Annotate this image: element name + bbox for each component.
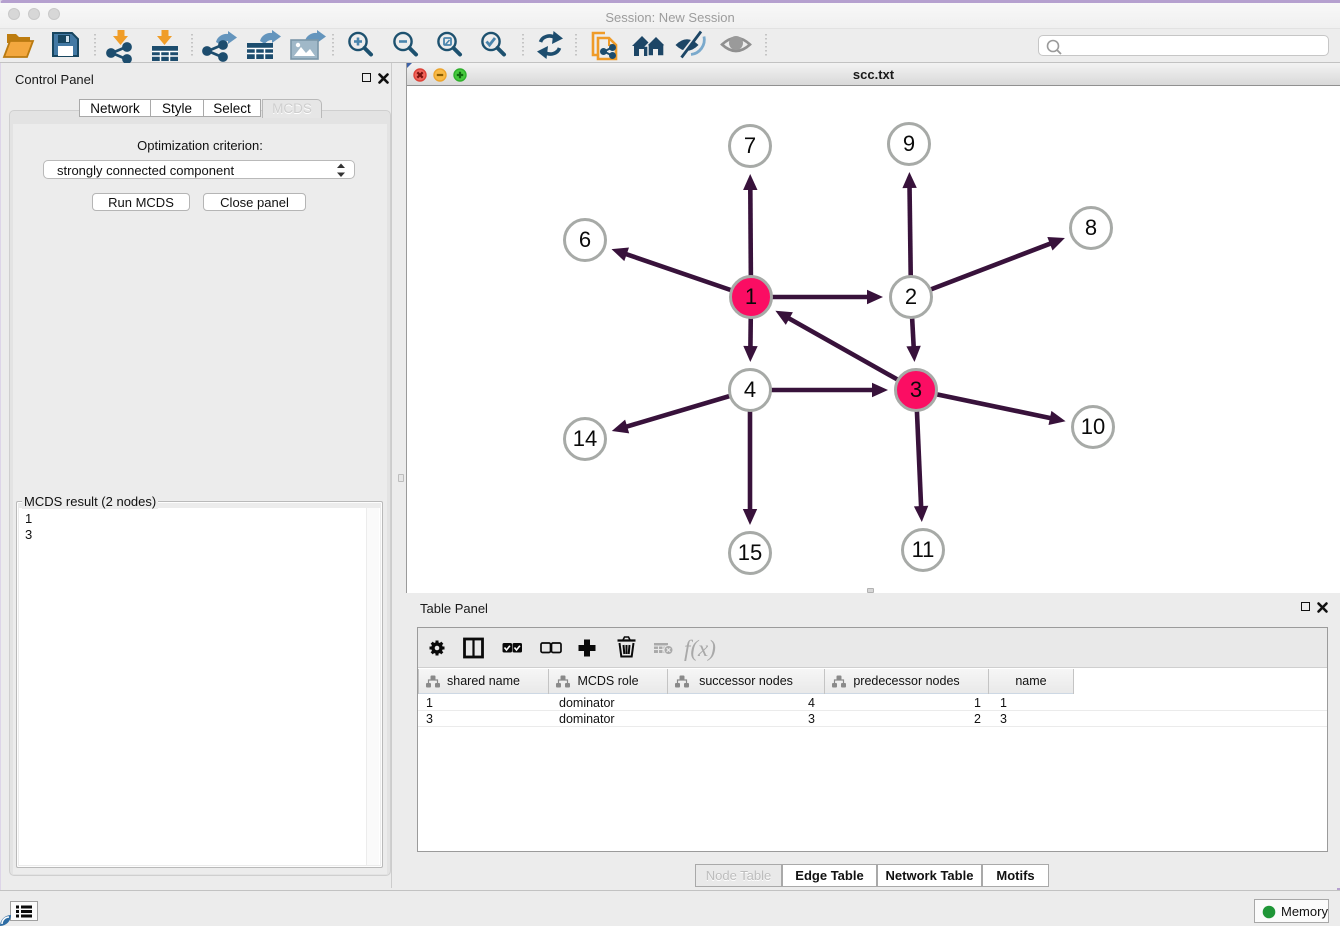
svg-text:3: 3 — [910, 377, 922, 402]
svg-text:11: 11 — [912, 537, 935, 562]
svg-text:14: 14 — [573, 426, 597, 451]
svg-text:15: 15 — [738, 540, 762, 565]
svg-text:7: 7 — [744, 133, 756, 158]
svg-text:4: 4 — [744, 377, 756, 402]
svg-text:f(x): f(x) — [684, 636, 716, 661]
svg-text:9: 9 — [903, 131, 915, 156]
svg-text:10: 10 — [1081, 414, 1105, 439]
svg-text:1: 1 — [745, 284, 757, 309]
svg-text:2: 2 — [905, 284, 917, 309]
svg-text:8: 8 — [1085, 215, 1097, 240]
svg-text:6: 6 — [579, 227, 591, 252]
